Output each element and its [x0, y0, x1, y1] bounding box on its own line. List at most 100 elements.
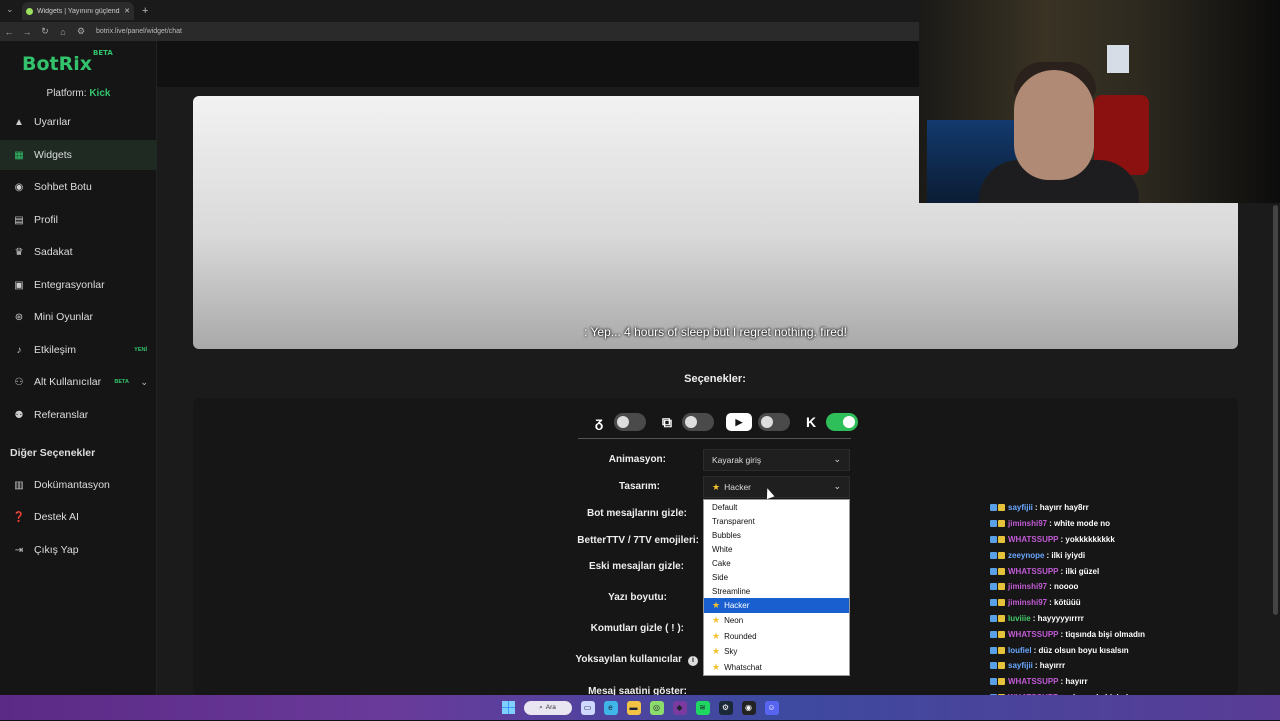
badge-icon — [998, 520, 1005, 528]
chat-username: sayfijii — [1008, 661, 1033, 671]
sidebar-item-sohbet-botu[interactable]: ◉ Sohbet Botu — [0, 172, 157, 202]
music-icon: ♪ — [16, 344, 22, 356]
star-icon: ★ — [712, 600, 721, 610]
option-neon[interactable]: ★ Neon — [704, 613, 849, 629]
chevron-down-icon: ⌄ — [833, 454, 841, 464]
badge-icon — [990, 599, 997, 607]
explorer-icon[interactable]: ▬ — [626, 700, 641, 715]
forward-icon[interactable]: → — [18, 27, 36, 37]
sidebar-item-uyarilar[interactable]: ▲ Uyarılar — [0, 107, 157, 137]
sidebar-item-cikis-yap[interactable]: ⇥ Çıkış Yap — [0, 535, 157, 565]
badge-icon — [998, 535, 1005, 543]
home-icon[interactable]: ⌂ — [54, 27, 72, 37]
spotify-icon[interactable]: ≋ — [695, 700, 710, 715]
sidebar-item-profil[interactable]: ▤ Profil — [0, 205, 157, 235]
sidebar-item-alt-kullanicilar[interactable]: ⚇ Alt Kullanıcılar BETA ⌄ — [0, 367, 157, 397]
options-heading: Seçenekler: — [684, 373, 746, 385]
sidebar-item-sadakat[interactable]: ♛ Sadakat — [0, 237, 157, 267]
badge-icon — [998, 583, 1005, 591]
chat-message: jiminshi97: noooo — [990, 579, 1275, 595]
sidebar-item-entegrasyonlar[interactable]: ▣ Entegrasyonlar — [0, 270, 157, 300]
site-info-icon[interactable]: ⚙ — [72, 26, 90, 37]
option-streamline[interactable]: Streamline — [704, 584, 849, 598]
kick-icon: K — [805, 414, 817, 430]
obs-icon[interactable]: ◉ — [741, 700, 756, 715]
chat-username: WHATSSUPP — [1008, 534, 1059, 544]
sidebar-item-referanslar[interactable]: ⚉ Referanslar — [0, 400, 157, 430]
back-icon[interactable]: ← — [0, 27, 18, 37]
badge-icon — [990, 520, 997, 528]
tab-title: Widgets | Yayınını güçlendirme... — [37, 7, 120, 15]
robot-icon: ◉ — [14, 181, 24, 193]
hide-old-label: Eski mesajları gizle: — [588, 561, 684, 572]
badge-icon — [990, 583, 997, 591]
option-whatschat[interactable]: ★ Whatschat — [704, 660, 849, 676]
youtube-toggle[interactable] — [758, 413, 790, 431]
animation-select[interactable]: Kayarak giriş ⌄ — [703, 449, 850, 471]
kick-toggle[interactable] — [826, 413, 858, 431]
divider — [578, 438, 851, 439]
option-rounded[interactable]: ★ Rounded — [704, 629, 849, 645]
sidebar-item-etkilesim[interactable]: ♪ Etkileşim YENİ — [0, 335, 157, 365]
logout-icon: ⇥ — [14, 544, 24, 556]
chat-username: jiminshi97 — [1008, 598, 1048, 608]
close-tab-icon[interactable]: ✕ — [124, 7, 130, 15]
edge-icon[interactable]: e — [603, 700, 618, 715]
star-icon: ★ — [712, 646, 721, 657]
discord-icon[interactable]: ☺ — [764, 700, 779, 715]
browser-tab[interactable]: Widgets | Yayınını güçlendirme... ✕ — [22, 2, 134, 20]
badge-icon — [990, 551, 997, 559]
option-hacker[interactable]: ★ Hacker — [704, 598, 849, 613]
badge-icon — [998, 678, 1005, 686]
design-select[interactable]: ★ Hacker ⌄ — [703, 476, 850, 498]
tab-menu-icon[interactable]: ⌄ — [6, 4, 14, 15]
font-size-label: Yazı boyutu: — [608, 592, 667, 603]
chrome-icon[interactable]: ◎ — [649, 700, 664, 715]
badge-icon — [990, 504, 997, 512]
integration-icon: ▣ — [14, 279, 24, 291]
webcam-overlay — [919, 0, 1280, 203]
option-cake[interactable]: Cake — [704, 556, 849, 570]
option-white[interactable]: White — [704, 542, 849, 556]
taskbar-search[interactable]: ⌕ Ara — [523, 700, 572, 715]
chat-username: luviiie — [1008, 613, 1031, 623]
star-icon: ★ — [712, 661, 721, 672]
chat-message: zeeynope: ilki iyiydi — [990, 547, 1275, 563]
logo[interactable]: BotRixBETA — [22, 49, 113, 75]
reload-icon[interactable]: ↻ — [36, 26, 54, 37]
badge-icon — [998, 662, 1005, 670]
badge-icon — [998, 599, 1005, 607]
option-sky[interactable]: ★ Sky — [704, 644, 849, 660]
chat-username: loufiel — [1008, 645, 1032, 655]
badge-icon — [990, 567, 997, 575]
hide-bot-label: Bot mesajlarını gizle: — [586, 508, 687, 519]
task-view-icon[interactable]: ▭ — [580, 700, 595, 715]
app-icon[interactable]: ◆ — [672, 700, 687, 715]
info-icon[interactable]: i — [688, 656, 698, 666]
animation-label: Animasyon: — [608, 454, 666, 465]
sidebar-item-widgets[interactable]: ▦ Widgets — [0, 140, 157, 170]
star-icon: ★ — [712, 630, 721, 641]
star-icon: ★ — [712, 615, 721, 626]
new-tab-icon[interactable]: + — [142, 5, 148, 17]
option-bubbles[interactable]: Bubbles — [704, 528, 849, 542]
option-default[interactable]: Default — [704, 500, 849, 514]
sidebar-item-dokumantasyon[interactable]: ▥ Dokümantasyon — [0, 470, 157, 500]
platform-toggles: ᵹ ⧉ ▶ K — [590, 410, 864, 434]
option-side[interactable]: Side — [704, 570, 849, 584]
windows-start-icon[interactable] — [501, 701, 515, 714]
sidebar-item-destek-ai[interactable]: ❓ Destek AI — [0, 502, 157, 532]
twitch-toggle[interactable] — [682, 413, 714, 431]
option-transparent[interactable]: Transparent — [704, 514, 849, 528]
7tv-toggle[interactable] — [614, 413, 646, 431]
sidebar-item-mini-oyunlar[interactable]: ⊛ Mini Oyunlar — [0, 302, 157, 332]
logo-badge: BETA — [93, 48, 113, 57]
chat-message: loufiel: düz olsun boyu kısalsın — [990, 642, 1275, 658]
steam-icon[interactable]: ⚙ — [718, 700, 733, 715]
chat-text: : düz olsun boyu kısalsın — [1033, 645, 1129, 655]
badge-icon — [990, 614, 997, 622]
url-field[interactable]: botrix.live/panel/widget/chat — [96, 28, 182, 35]
platform-indicator: Platform: Kick — [46, 88, 111, 99]
page-scrollbar[interactable] — [1273, 205, 1278, 615]
chat-message: luviiie: hayyyyyırrrr — [990, 611, 1275, 627]
